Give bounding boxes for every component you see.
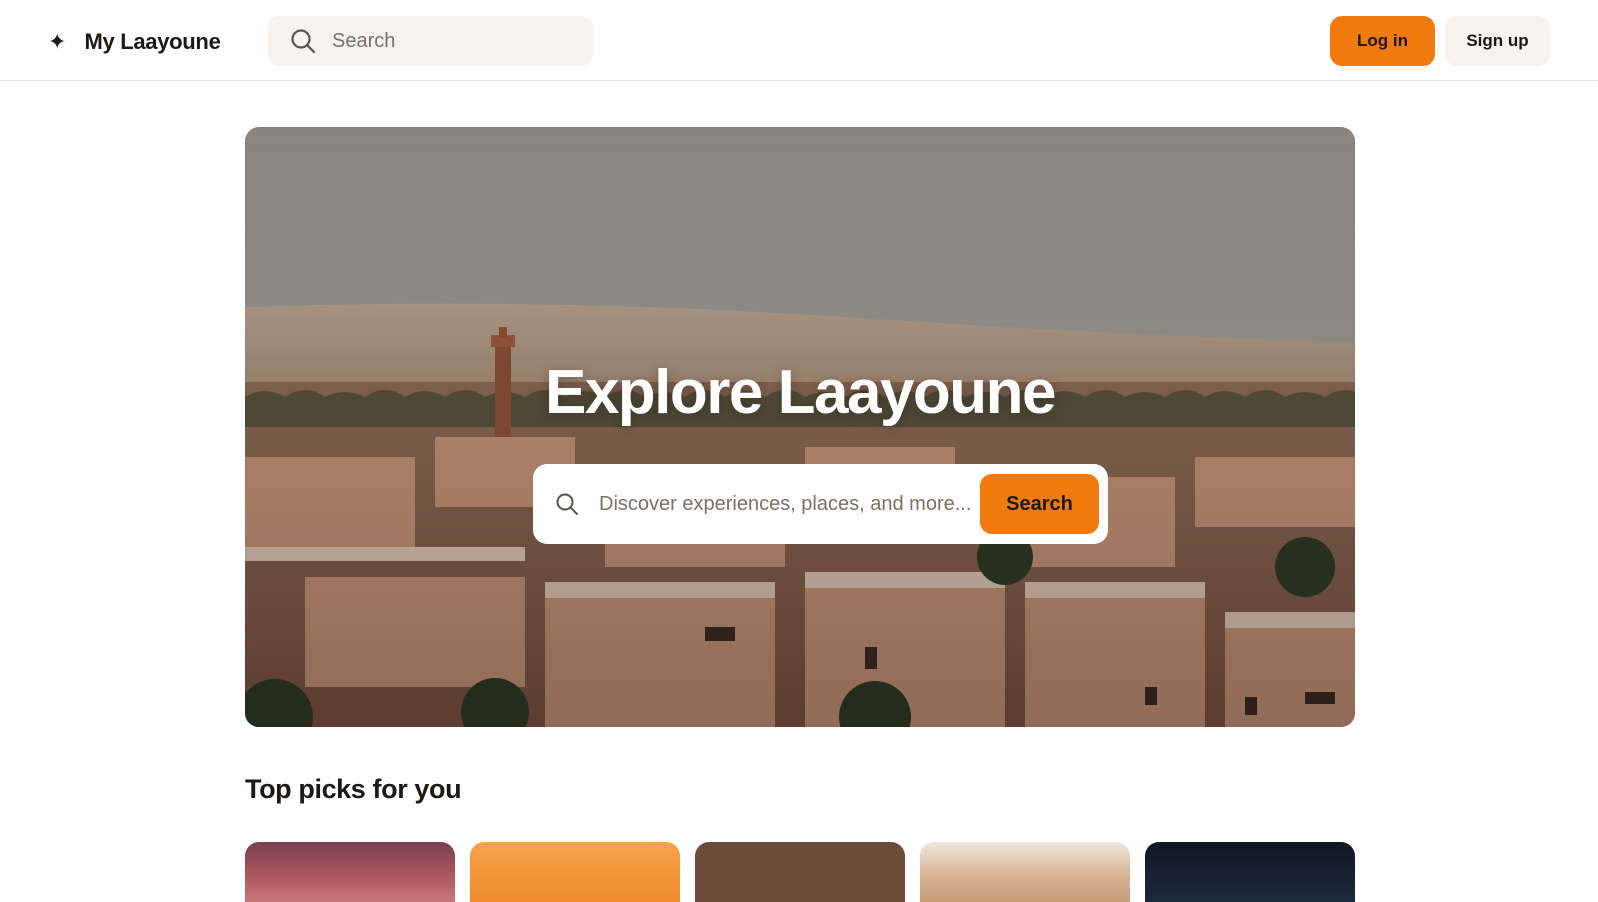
header-search-input[interactable]	[332, 29, 572, 53]
site-name: My Laayoune	[84, 29, 221, 54]
search-icon	[291, 29, 316, 54]
hero-search-button[interactable]: Search	[980, 474, 1099, 534]
pick-card-4[interactable]	[920, 842, 1130, 902]
top-navigation-bar: ✦ My Laayoune Log in Sign up	[0, 0, 1598, 81]
sign-up-button[interactable]: Sign up	[1445, 16, 1550, 66]
pick-card-2[interactable]	[470, 842, 680, 902]
header-search-box[interactable]	[268, 16, 593, 66]
pick-card-1[interactable]	[245, 842, 455, 902]
pick-card-3[interactable]	[695, 842, 905, 902]
hero-search-input[interactable]	[599, 492, 977, 516]
top-picks-heading: Top picks for you	[245, 774, 462, 804]
sparkle-icon: ✦	[48, 29, 67, 54]
hero-banner: Explore Laayoune Search	[245, 127, 1355, 727]
hero-search-bar[interactable]: Search	[533, 464, 1108, 544]
search-icon	[556, 493, 578, 515]
pick-card-5[interactable]	[1145, 842, 1355, 902]
log-in-button[interactable]: Log in	[1330, 16, 1435, 66]
site-logo[interactable]: ✦ My Laayoune	[48, 22, 221, 62]
hero-title: Explore Laayoune	[544, 358, 1057, 427]
